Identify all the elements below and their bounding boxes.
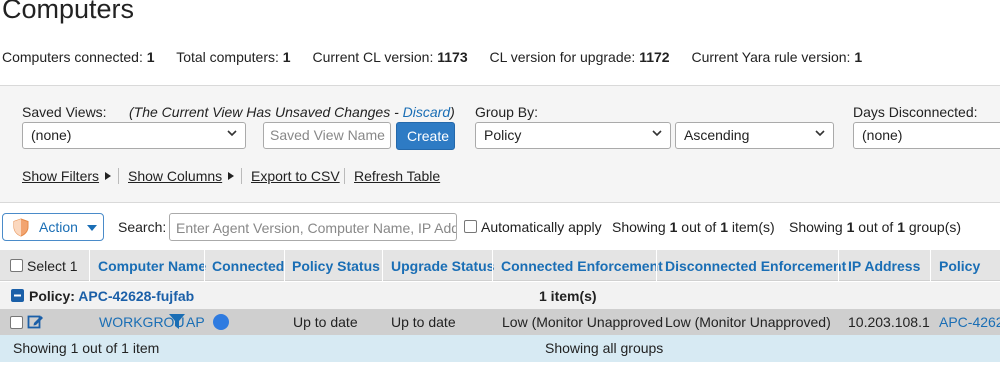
filter-icon[interactable] [169,314,185,329]
column-divider [89,250,90,281]
column-divider [930,250,931,281]
select-all-checkbox[interactable] [10,259,23,272]
auto-apply-label: Automatically apply [481,219,602,235]
days-disconnected-select[interactable]: (none) [853,122,1000,149]
saved-view-name-input[interactable]: Saved View Name [263,122,391,149]
create-button[interactable]: Create [396,122,455,150]
row-checkbox[interactable] [10,316,23,329]
shield-icon [13,218,29,237]
table-footer: Showing 1 out of 1 item Showing all grou… [0,335,1000,362]
search-label: Search: [118,219,167,235]
policy-cell[interactable]: APC-4262 [939,314,1000,330]
saved-views-label: Saved Views: [22,104,107,120]
ip-address-cell: 10.203.108.1 [848,314,930,330]
discard-link[interactable]: Discard [403,104,450,120]
toolbar-divider [344,168,345,184]
column-divider [204,250,205,281]
unsaved-changes-note: (The Current View Has Unsaved Changes - … [129,104,455,120]
column-header-policy[interactable]: Policy [939,258,980,274]
table-row[interactable]: WORKGROU AP Up to date Up to date Low (M… [0,309,1000,335]
column-divider [284,250,285,281]
column-divider [492,250,493,281]
column-header-disconnected-enforcement[interactable]: Disconnected Enforcement [665,258,846,274]
dropdown-caret-icon [87,225,97,231]
upgrade-status-cell: Up to date [391,314,456,330]
search-input[interactable]: Enter Agent Version, Computer Name, IP A… [169,213,457,241]
connected-status-dot [213,314,229,330]
column-header-computer-name[interactable]: Computer Name [98,258,206,274]
column-header-connected-enforcement[interactable]: Connected Enforcement [501,258,663,274]
stat-total-computers: Total computers: 1 [176,49,291,65]
page-title: Computers [2,0,135,24]
auto-apply-checkbox[interactable] [464,220,477,233]
column-divider [382,250,383,281]
showing-items-count: Showing 1 out of 1 item(s) [612,219,775,235]
disconnected-enforcement-cell: Low (Monitor Unapproved) [665,314,831,330]
stat-computers-connected: Computers connected: 1 [2,49,155,65]
caret-right-icon [105,172,112,180]
column-header-connected[interactable]: Connected [212,258,284,274]
group-label: Policy: APC-42628-fujfab [29,288,195,304]
collapse-group-icon[interactable] [11,289,24,302]
refresh-table-link[interactable]: Refresh Table [354,168,440,184]
toolbar-divider [118,168,119,184]
group-by-label: Group By: [475,104,539,120]
table-header: Select 1 Computer Name Connected Policy … [0,250,1000,281]
action-button[interactable]: Action [2,213,104,241]
chevron-down-icon [227,130,237,137]
column-divider [838,250,839,281]
show-columns-link[interactable]: Show Columns [128,168,235,184]
group-item-count: 1 item(s) [539,288,597,304]
toolbar-divider [241,168,242,184]
sort-order-select[interactable]: Ascending [675,122,834,149]
caret-right-icon [228,172,235,180]
policy-status-cell: Up to date [293,314,358,330]
days-disconnected-label: Days Disconnected: [853,104,978,120]
edit-icon[interactable] [27,313,44,330]
footer-item-count: Showing 1 out of 1 item [13,340,160,356]
show-filters-link[interactable]: Show Filters [22,168,112,184]
column-header-policy-status[interactable]: Policy Status [292,258,380,274]
footer-group-status: Showing all groups [545,340,664,356]
stat-current-cl-version: Current CL version: 1173 [312,49,468,65]
chevron-down-icon [815,130,825,137]
saved-views-select[interactable]: (none) [22,122,246,149]
group-row: Policy: APC-42628-fujfab 1 item(s) [0,282,1000,309]
connected-enforcement-cell: Low (Monitor Unapproved [502,314,664,330]
column-header-upgrade-status[interactable]: Upgrade Status [391,258,494,274]
chevron-down-icon [652,130,662,137]
stats-bar: Computers connected: 1 Total computers: … [2,49,880,65]
computer-name-cell-tail[interactable]: AP [186,314,205,330]
showing-groups-count: Showing 1 out of 1 group(s) [789,219,962,235]
group-by-select[interactable]: Policy [475,122,671,149]
export-csv-link[interactable]: Export to CSV [251,168,340,184]
stat-cl-version-upgrade: CL version for upgrade: 1172 [489,49,670,65]
select-count-label: Select 1 [27,258,78,274]
stat-yara-rule-version: Current Yara rule version: 1 [691,49,863,65]
column-divider [656,250,657,281]
column-header-ip-address[interactable]: IP Address [848,258,920,274]
